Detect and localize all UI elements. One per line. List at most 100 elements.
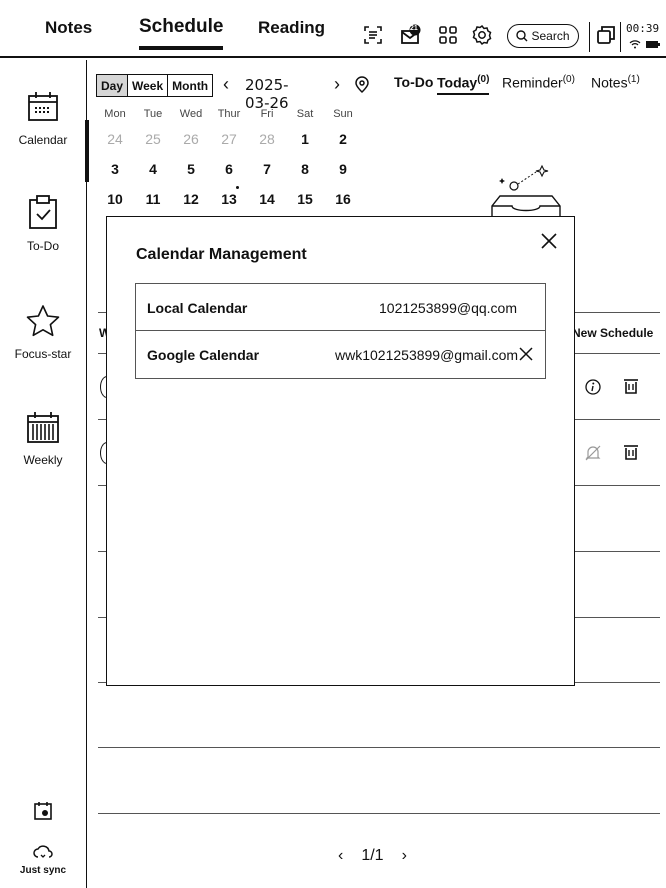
weekday-label: Mon [104,108,126,120]
view-month-button[interactable]: Month [168,75,212,96]
day-cell[interactable]: 24 [96,131,134,147]
calendar-account: 1021253899@qq.com [379,300,517,316]
tab-reminder-label: Reminder [502,74,563,91]
scan-text-icon[interactable] [362,24,384,46]
tab-notes-label: Notes [591,74,628,91]
calendar-account: wwk1021253899@gmail.com [335,347,519,363]
weekday-label: Thur [217,108,241,120]
bell-off-icon[interactable] [584,444,602,462]
empty-tray-illustration [491,164,561,216]
tab-notes[interactable]: Notes [45,18,92,38]
divider [620,22,621,52]
day-cell[interactable]: 9 [324,161,362,177]
day-cell[interactable]: 3 [96,161,134,177]
day-cell[interactable]: 1 [286,131,324,147]
calendar-icon [28,92,58,121]
info-icon[interactable] [584,378,602,396]
sidebar: Calendar To-Do Focus-star Weekly Just sy… [0,60,89,888]
status-icons [629,40,660,49]
sync-label: Just sync [19,865,67,876]
calendar-name: Local Calendar [147,300,248,316]
tab-today[interactable]: Today(0) [437,74,490,95]
calendar-list: Local Calendar 1021253899@qq.com Google … [135,283,546,379]
day-cell[interactable]: 10 [96,191,134,207]
divider [98,747,660,748]
tab-today-count: (0) [477,74,490,85]
day-cell[interactable]: 6 [210,161,248,177]
sidebar-item-todo[interactable]: To-Do [0,194,86,253]
tab-todo[interactable]: To-Do [394,74,433,90]
day-cell[interactable]: 4 [134,161,172,177]
day-cell[interactable]: 26 [172,131,210,147]
day-cell[interactable]: 25 [134,131,172,147]
new-schedule-button[interactable]: New Schedule [572,326,653,340]
calendar-management-dialog: Calendar Management Local Calendar 10212… [106,216,575,686]
dialog-title: Calendar Management [136,246,307,263]
day-cell[interactable]: 7 [248,161,286,177]
search-button[interactable]: Search [507,24,579,48]
weekday-label: Tue [143,108,163,120]
sync-button[interactable]: Just sync [0,844,86,876]
divider [98,813,660,814]
top-bar: Notes Schedule Reading 21 Search 00:39 [0,0,666,58]
divider [589,22,590,52]
event-dot [236,186,239,189]
prev-page-chevron-icon[interactable]: ‹ [338,847,343,865]
day-cell[interactable]: 15 [286,191,324,207]
trash-icon[interactable] [622,377,640,395]
location-icon[interactable] [353,76,371,94]
day-cell[interactable]: 13 [210,191,248,207]
close-icon[interactable] [539,231,559,251]
apps-grid-icon[interactable] [437,24,459,46]
clock: 00:39 [626,22,660,35]
multitask-icon[interactable] [595,24,617,46]
remove-calendar-icon[interactable] [518,346,534,362]
cloud-sync-icon [33,845,53,858]
prev-date-chevron-icon[interactable]: ‹ [223,74,229,95]
calendar-name: Google Calendar [147,347,260,363]
search-label: Search [531,29,570,43]
day-cell[interactable]: 5 [172,161,210,177]
mail-badge: 21 [410,25,418,32]
sidebar-item-label: To-Do [26,239,59,253]
sidebar-item-focus-star[interactable]: Focus-star [0,304,86,361]
calendar-settings-icon[interactable] [32,800,54,822]
day-cell[interactable]: 2 [324,131,362,147]
next-page-chevron-icon[interactable]: › [402,847,407,865]
day-cell[interactable]: 14 [248,191,286,207]
day-cell[interactable]: 11 [134,191,172,207]
trash-icon[interactable] [622,443,640,461]
tab-notes-count: (1) [627,74,640,85]
view-day-button[interactable]: Day [97,75,129,96]
day-cell[interactable]: 28 [248,131,286,147]
tab-today-label: Today [437,74,478,91]
calendar-row-local[interactable]: Local Calendar 1021253899@qq.com [136,284,545,331]
next-date-chevron-icon[interactable]: › [334,74,340,95]
calendar-row-google[interactable]: Google Calendar wwk1021253899@gmail.com [136,331,545,378]
sidebar-item-label: Focus-star [14,347,72,361]
current-date: 2025-03-26 [245,76,289,112]
weekday-label: Fri [260,108,274,120]
sidebar-item-weekly[interactable]: Weekly [0,410,86,467]
view-week-button[interactable]: Week [128,75,169,96]
weekday-label: Wed [179,108,203,120]
tab-reminder-count: (0) [562,74,575,85]
weekday-label: Sun [333,108,353,120]
page-indicator: 1/1 [361,847,384,864]
day-cell[interactable]: 12 [172,191,210,207]
search-icon [516,30,528,42]
tab-reading[interactable]: Reading [258,18,325,38]
weekly-calendar-icon [27,412,59,443]
day-cell[interactable]: 8 [286,161,324,177]
sidebar-item-label: Calendar [18,133,68,147]
tab-schedule[interactable]: Schedule [139,16,224,50]
tab-reminder[interactable]: Reminder(0) [502,74,575,91]
day-cell[interactable]: 16 [324,191,362,207]
clipboard-check-icon [29,195,57,229]
gear-icon[interactable] [471,24,493,46]
day-cell[interactable]: 27 [210,131,248,147]
wifi-icon [629,40,641,46]
sidebar-item-calendar[interactable]: Calendar [0,90,89,182]
battery-icon [646,41,658,48]
tab-notes-right[interactable]: Notes(1) [591,74,640,91]
